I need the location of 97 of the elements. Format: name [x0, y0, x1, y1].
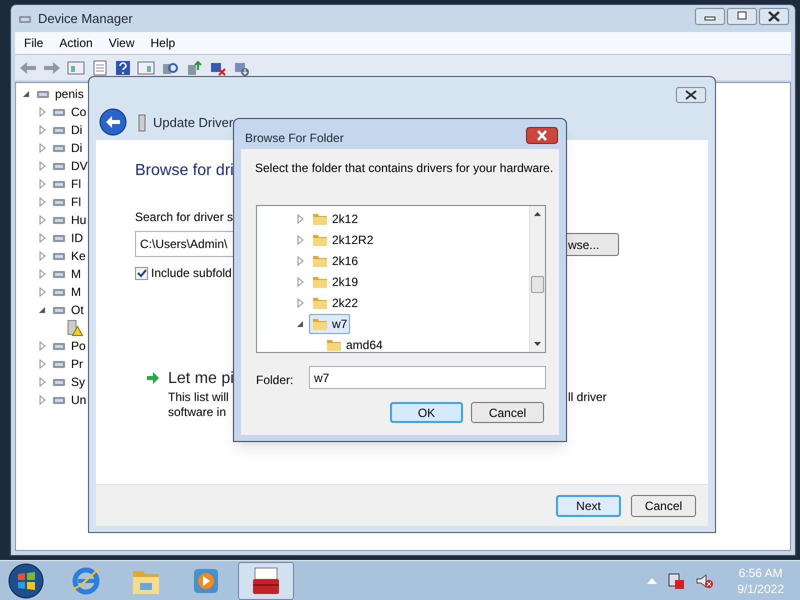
tree-item[interactable]: penis [55, 88, 84, 100]
collapse-arrow-icon[interactable] [21, 89, 31, 99]
close-icon[interactable] [526, 127, 558, 144]
expand-arrow-icon[interactable] [37, 143, 47, 153]
tree-item[interactable]: Fl [71, 178, 81, 190]
dialog-button[interactable]: Next [556, 494, 621, 516]
dialog-title: Update Driver [153, 114, 234, 132]
dialog-button[interactable]: OK [390, 402, 463, 423]
close-icon[interactable] [759, 8, 789, 25]
folder-item[interactable]: 2k12 [309, 208, 362, 228]
option-description: ll driver [568, 389, 607, 406]
folder-field[interactable]: w7 [309, 366, 546, 389]
option-title[interactable]: Let me pi [168, 367, 234, 391]
expand-arrow-icon[interactable] [37, 161, 47, 171]
expand-arrow-icon[interactable] [37, 359, 47, 369]
tree-item[interactable]: Co [71, 106, 86, 118]
network-icon[interactable] [667, 572, 686, 590]
arrow-icon [146, 371, 160, 385]
field-label: Search for driver s [135, 209, 234, 226]
folder-item[interactable]: amd64 [323, 334, 386, 352]
option-description: This list will [168, 389, 229, 406]
device-icon [137, 114, 147, 132]
speaker-muted-icon[interactable] [695, 572, 714, 590]
console-tree-icon[interactable] [67, 60, 85, 76]
menu-item[interactable]: Action [52, 34, 100, 52]
tree-item[interactable]: Pr [71, 358, 83, 370]
expand-arrow-icon[interactable] [37, 269, 47, 279]
expand-arrow-icon[interactable] [37, 377, 47, 387]
option-description: software in [168, 404, 226, 421]
expand-arrow-icon[interactable] [295, 256, 305, 266]
expand-arrow-icon[interactable] [295, 214, 305, 224]
expand-arrow-icon[interactable] [295, 298, 305, 308]
folder-item[interactable]: 2k16 [309, 250, 362, 270]
update-driver-icon[interactable] [185, 60, 203, 76]
expand-arrow-icon[interactable] [295, 234, 305, 244]
expand-arrow-icon[interactable] [37, 287, 47, 297]
expand-arrow-icon[interactable] [37, 197, 47, 207]
menu-item[interactable]: File [17, 34, 50, 52]
tree-item[interactable]: Ke [71, 250, 86, 262]
maximize-icon[interactable] [727, 8, 757, 25]
start-button-icon[interactable] [8, 562, 44, 598]
checkbox-label: Include subfold [151, 265, 232, 282]
expand-arrow-icon[interactable] [37, 179, 47, 189]
scroll-up-icon[interactable] [534, 212, 541, 216]
warning-device-icon [67, 320, 83, 336]
expand-arrow-icon[interactable] [37, 125, 47, 135]
minimize-icon[interactable] [695, 8, 725, 25]
tree-item[interactable]: ID [71, 232, 83, 244]
dialog-title: Browse For Folder [245, 130, 344, 147]
instruction-text: Select the folder that contains drivers for your hardware. [255, 160, 554, 177]
collapse-arrow-icon[interactable] [295, 318, 305, 328]
back-arrow-icon[interactable] [19, 60, 37, 76]
tree-item[interactable]: Di [71, 142, 82, 154]
checkbox[interactable] [135, 266, 148, 280]
expand-arrow-icon[interactable] [37, 341, 47, 351]
forward-arrow-icon[interactable] [43, 60, 61, 76]
taskbar-button[interactable] [238, 562, 294, 600]
toolbox-icon [250, 564, 282, 596]
expand-arrow-icon[interactable] [295, 276, 305, 286]
page-heading: Browse for dri [135, 161, 234, 181]
expand-arrow-icon[interactable] [37, 107, 47, 117]
folder-item[interactable]: 2k22 [309, 292, 362, 312]
back-icon[interactable] [99, 108, 127, 136]
scroll-thumb[interactable] [531, 276, 544, 293]
tree-item[interactable]: Ot [71, 304, 84, 316]
dialog-button[interactable]: Cancel [471, 402, 544, 423]
help-icon[interactable] [115, 60, 131, 76]
browse-button[interactable]: wse... [567, 233, 619, 256]
menu-item[interactable]: View [102, 34, 142, 52]
tree-item[interactable]: Un [71, 394, 86, 406]
expand-arrow-icon[interactable] [37, 395, 47, 405]
folder-item[interactable]: w7 [309, 314, 350, 334]
expand-arrow-icon[interactable] [37, 215, 47, 225]
tree-item[interactable]: DV [71, 160, 88, 172]
tree-item[interactable]: M [71, 286, 81, 298]
close-icon[interactable] [676, 87, 706, 103]
scrollbar[interactable] [529, 206, 545, 352]
tree-item[interactable]: Di [71, 124, 82, 136]
tray-arrow-icon[interactable] [647, 578, 658, 584]
collapse-arrow-icon[interactable] [37, 305, 47, 315]
menu-item[interactable]: Help [144, 34, 182, 52]
globe-icon [70, 564, 102, 596]
folder-item[interactable]: 2k19 [309, 272, 362, 292]
expand-arrow-icon[interactable] [37, 251, 47, 261]
field-label: Folder: [256, 372, 294, 389]
tree-item[interactable]: Sy [71, 376, 86, 388]
window-title: Device Manager [38, 10, 133, 28]
properties-icon[interactable] [91, 60, 109, 76]
expand-arrow-icon[interactable] [37, 233, 47, 243]
action-pane-icon[interactable] [137, 60, 155, 76]
tree-item[interactable]: Po [71, 340, 86, 352]
tree-item[interactable]: Hu [71, 214, 86, 226]
tree-item[interactable]: M [71, 268, 81, 280]
dialog-button[interactable]: Cancel [631, 494, 696, 516]
tree-item[interactable]: Fl [71, 196, 81, 208]
scroll-down-icon[interactable] [534, 342, 541, 346]
folder-item[interactable]: 2k12R2 [309, 230, 376, 250]
